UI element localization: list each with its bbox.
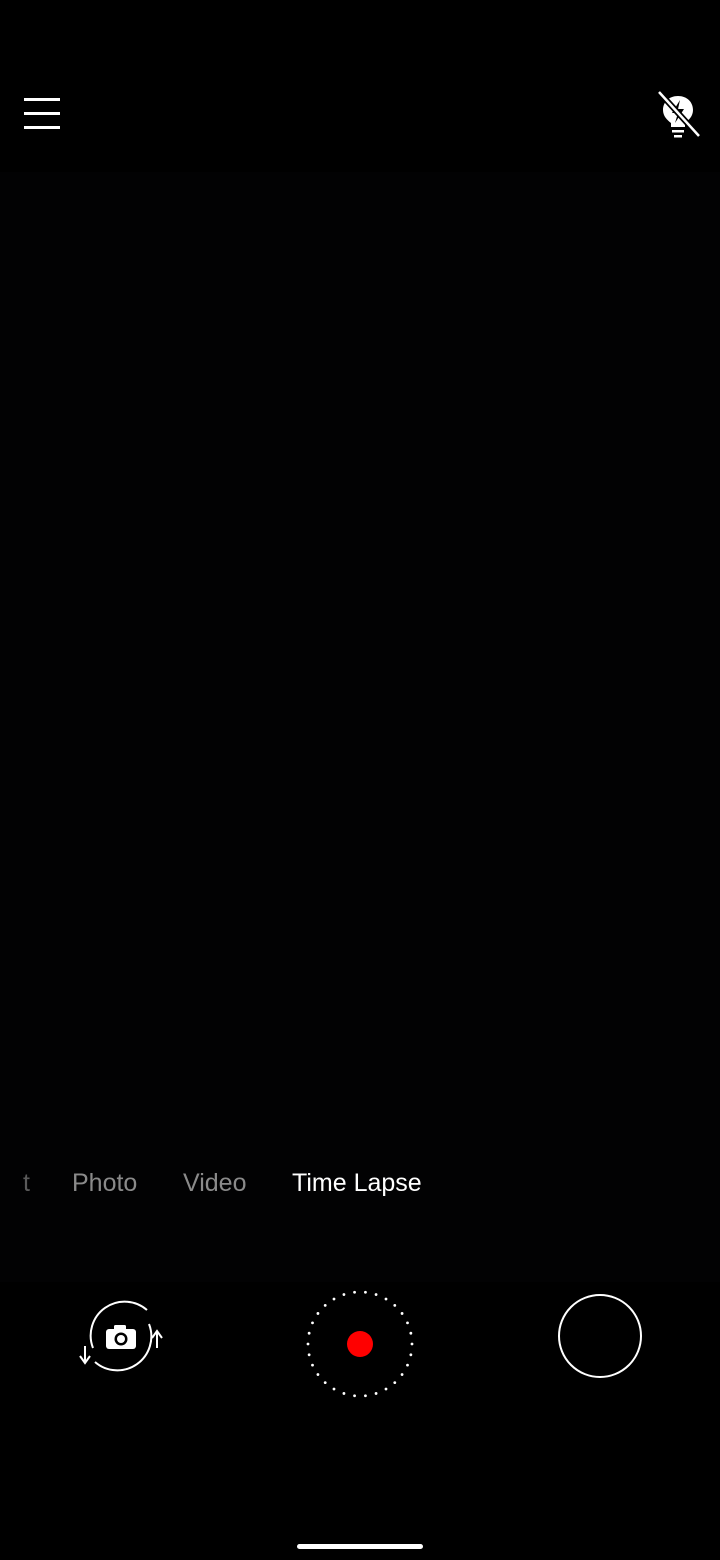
mode-tab-video[interactable]: Video [183,1168,247,1198]
switch-camera-icon [79,1300,163,1372]
camera-screen: t Photo Video Time Lapse [0,0,720,1560]
record-ring-dot [393,1381,397,1385]
record-ring-dot [307,1353,311,1357]
home-indicator[interactable] [297,1544,423,1549]
record-ring-dot [316,1373,320,1376]
camera-controls [0,1270,720,1410]
record-ring-dot [374,1392,378,1395]
record-ring-dot [307,1331,311,1335]
record-icon [306,1290,414,1398]
menu-button[interactable] [20,94,64,134]
record-ring-dot [342,1293,346,1296]
mode-selector: t Photo Video Time Lapse [0,1162,720,1206]
record-ring-dot [406,1321,409,1325]
record-ring-dot [393,1303,397,1307]
menu-icon [24,98,60,129]
record-ring-dot [332,1297,336,1301]
record-ring-dot [323,1303,327,1307]
record-button[interactable] [300,1278,420,1398]
record-ring-dot [374,1293,378,1296]
top-bar [0,80,720,150]
record-ring-dot [311,1321,314,1325]
record-ring-dot [323,1381,327,1385]
gallery-thumbnail[interactable] [558,1294,642,1378]
record-ring-dot [406,1363,409,1367]
record-ring-dot [306,1342,310,1346]
record-ring-dot [400,1312,404,1315]
record-ring-dot [409,1331,413,1335]
mode-tab-photo[interactable]: Photo [72,1168,137,1198]
mode-tab-partial[interactable]: t [12,1168,30,1198]
record-ring-dot [409,1353,413,1357]
record-ring-dot [410,1342,414,1346]
record-ring-dot [311,1363,314,1367]
mode-tab-time-lapse[interactable]: Time Lapse [292,1168,422,1198]
record-ring-dot [332,1387,336,1391]
switch-camera-button[interactable] [75,1296,167,1376]
record-ring-dot [353,1394,356,1398]
record-ring-dot [316,1312,320,1315]
viewfinder[interactable] [0,172,720,1282]
record-ring-dot [364,1394,367,1398]
flash-off-icon [656,89,702,139]
record-ring-dot [384,1297,388,1301]
record-ring-dot [384,1387,388,1391]
record-dot [347,1331,373,1357]
record-ring-dot [364,1290,367,1294]
flash-toggle-button[interactable] [652,88,704,140]
record-ring-dot [342,1392,346,1395]
record-ring-dot [400,1373,404,1376]
record-ring-dot [353,1290,356,1294]
